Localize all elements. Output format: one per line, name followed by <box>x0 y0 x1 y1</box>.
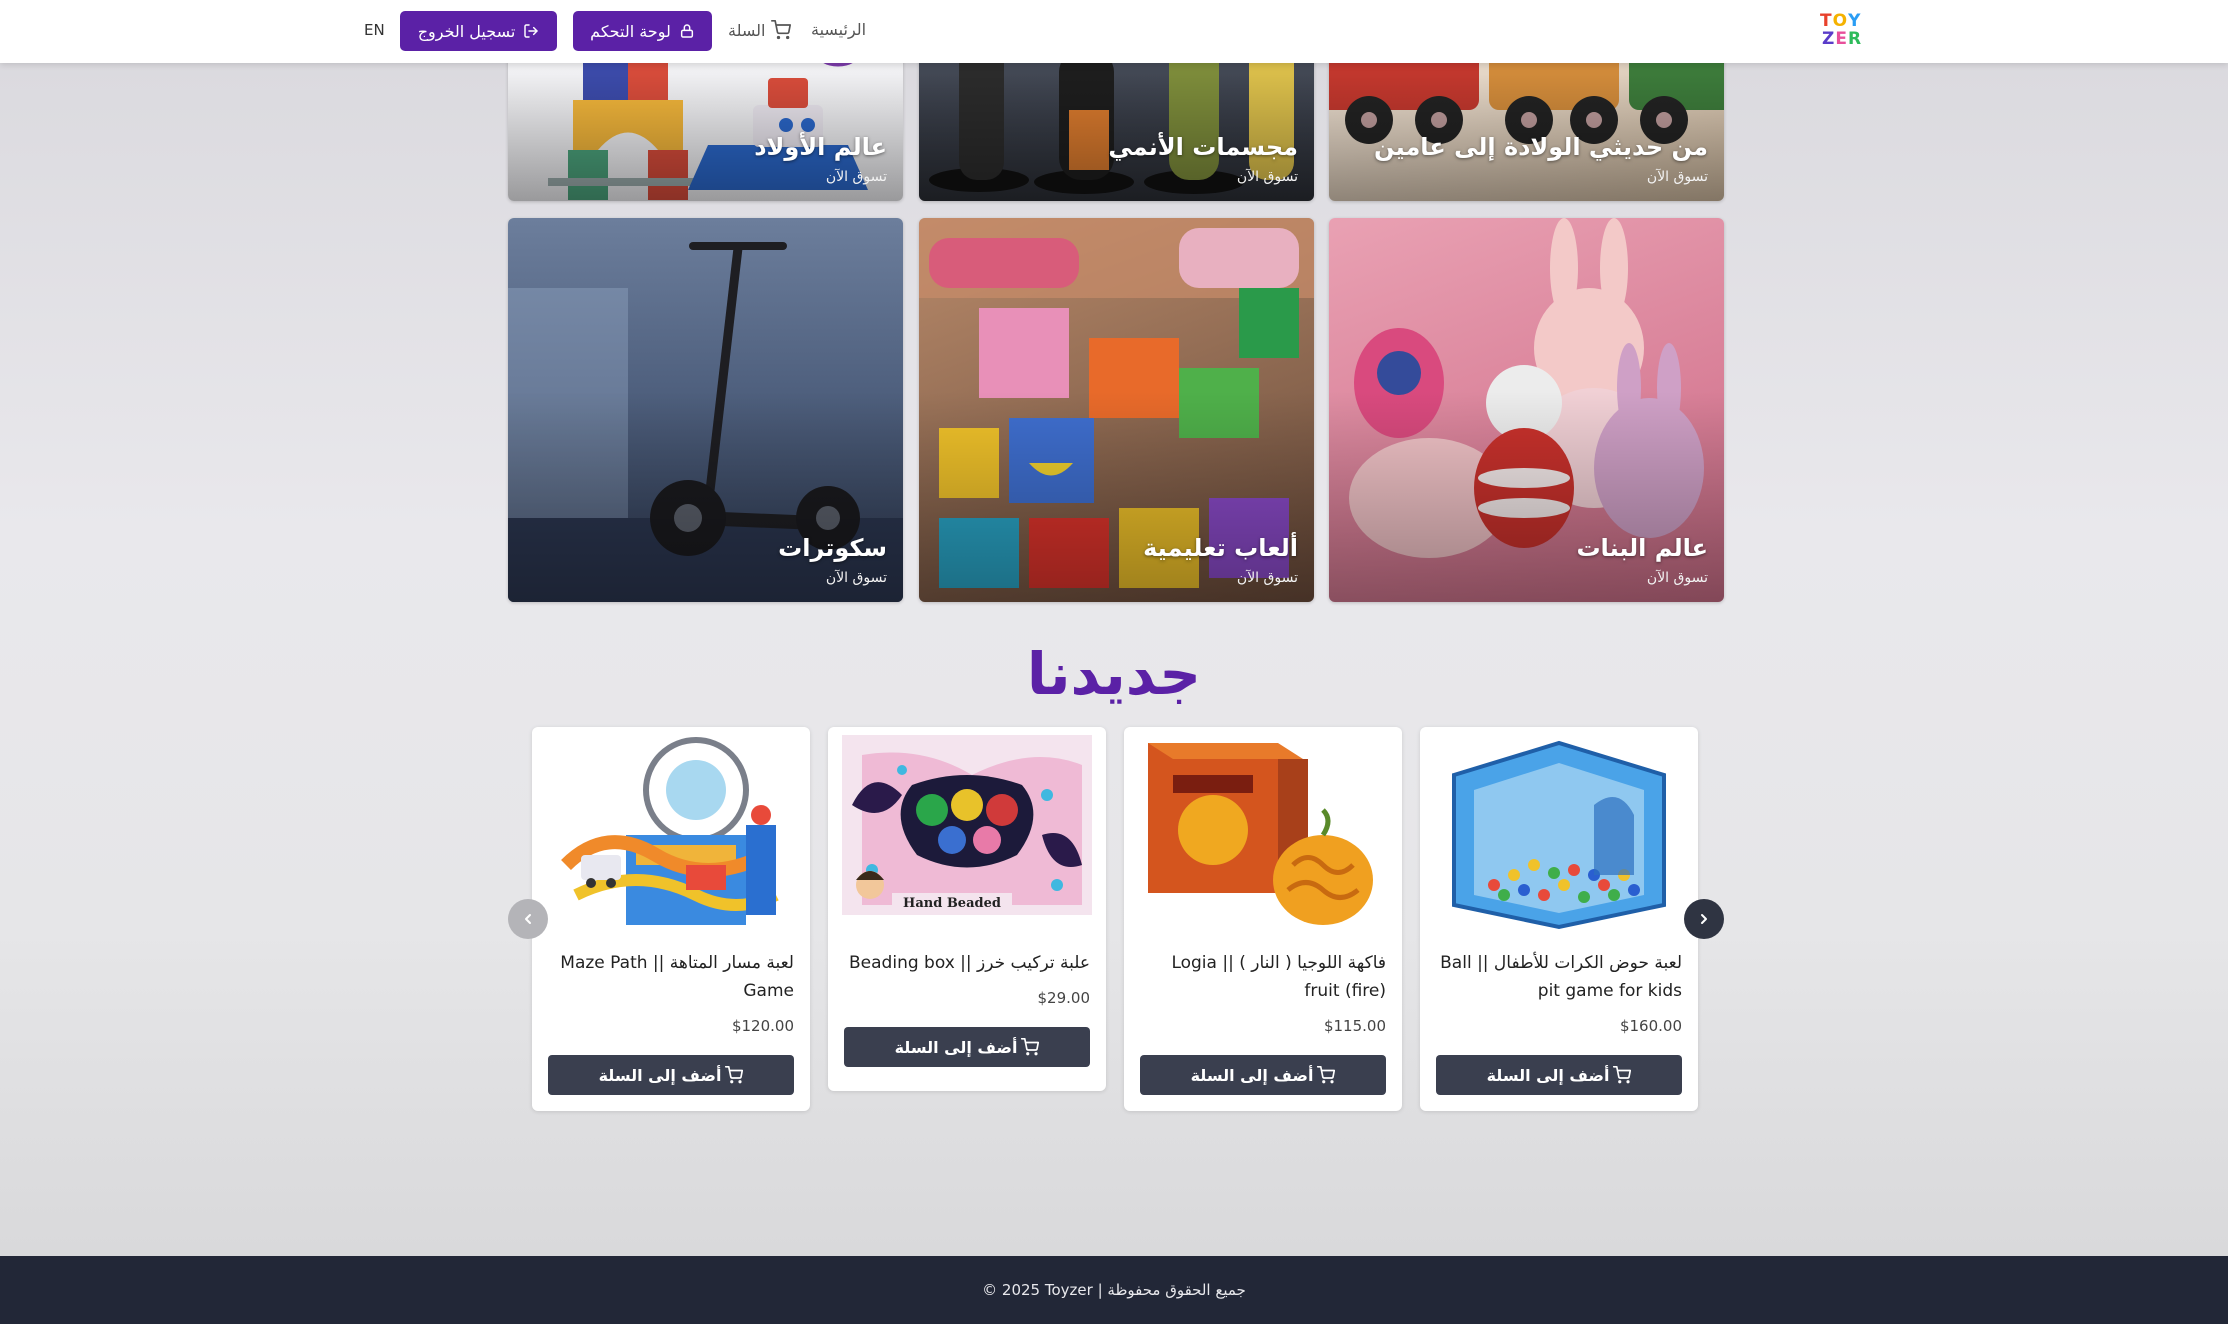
logo-letter: E <box>1835 29 1847 49</box>
product-name[interactable]: علبة تركيب خرز || Beading box <box>840 949 1090 977</box>
logo-letter: Y <box>1848 11 1861 31</box>
category-tile-scooters[interactable]: سكوترات تسوق الآن <box>508 218 903 602</box>
logout-label: تسجيل الخروج <box>417 21 516 41</box>
category-title: سكوترات <box>778 534 887 562</box>
new-arrivals-heading: جديدنا <box>1026 640 1202 708</box>
product-card: لعبة مسار المتاهة || Maze Path Game $120… <box>532 727 810 1111</box>
beading-box-image: Hand Beaded <box>842 735 1092 915</box>
nav-home-link[interactable]: الرئيسية <box>811 20 866 39</box>
product-name[interactable]: لعبة حوض الكرات للأطفال || Ball pit game… <box>1432 949 1682 1005</box>
carousel-prev-button[interactable] <box>508 899 548 939</box>
category-title: عالم البنات <box>1576 534 1708 562</box>
logout-button[interactable]: تسجيل الخروج <box>400 11 557 51</box>
logia-fruit-image <box>1148 743 1373 925</box>
shop-now-link[interactable]: تسوق الآن <box>1237 570 1298 586</box>
lock-icon <box>680 24 693 38</box>
ball-pit-image <box>1452 740 1666 930</box>
add-to-cart-label: أضف إلى السلة <box>598 1065 722 1085</box>
add-to-cart-button[interactable]: أضف إلى السلة <box>548 1055 794 1095</box>
cart-icon <box>1613 1066 1632 1084</box>
shop-now-link[interactable]: تسوق الآن <box>1237 169 1298 185</box>
logo-letter: T <box>1820 11 1832 31</box>
cart-icon <box>725 1066 744 1084</box>
cart-icon <box>771 20 792 40</box>
product-price: $115.00 <box>1323 1017 1386 1035</box>
category-tile-educational[interactable]: ألعاب تعليمية تسوق الآن <box>919 218 1314 602</box>
product-price: $160.00 <box>1619 1017 1682 1035</box>
add-to-cart-button[interactable]: أضف إلى السلة <box>1436 1055 1682 1095</box>
product-price: $29.00 <box>1037 989 1091 1007</box>
logo-letter: R <box>1847 29 1862 49</box>
product-card: لعبة حوض الكرات للأطفال || Ball pit game… <box>1420 727 1698 1111</box>
product-card: Hand Beaded علبة تركيب خرز || Beading bo… <box>828 727 1106 1091</box>
add-to-cart-label: أضف إلى السلة <box>1190 1065 1314 1085</box>
dashboard-label: لوحة التحكم <box>590 21 671 41</box>
copyright-text: © 2025 Toyzer | جميع الحقوق محفوظة <box>982 1281 1246 1299</box>
category-title: من حديثي الولادة إلى عامين <box>1374 133 1708 161</box>
dashboard-button[interactable]: لوحة التحكم <box>573 11 712 51</box>
product-card: فاكهة اللوجيا ( النار ) || Logia fruit (… <box>1124 727 1402 1111</box>
carousel-next-button[interactable] <box>1684 899 1724 939</box>
toyzer-logo[interactable]: T O Y Z E R <box>1820 12 1868 52</box>
add-to-cart-label: أضف إلى السلة <box>894 1037 1018 1057</box>
chevron-right-icon <box>1701 914 1707 924</box>
chevron-left-icon <box>525 914 531 924</box>
category-title: ألعاب تعليمية <box>1143 534 1298 562</box>
shop-now-link[interactable]: تسوق الآن <box>1647 570 1708 586</box>
add-to-cart-button[interactable]: أضف إلى السلة <box>844 1027 1090 1067</box>
hand-beaded-label: Hand Beaded <box>903 896 1001 911</box>
shop-now-link[interactable]: تسوق الآن <box>1647 169 1708 185</box>
top-navbar: T O Y Z E R الرئيسية السلة لوحة التحكم ت… <box>0 0 2228 63</box>
cart-icon <box>1021 1038 1040 1056</box>
cart-icon <box>1317 1066 1336 1084</box>
maze-path-game-image <box>561 737 779 925</box>
logout-icon <box>524 24 539 38</box>
footer: © 2025 Toyzer | جميع الحقوق محفوظة <box>0 1256 2228 1324</box>
product-name[interactable]: فاكهة اللوجيا ( النار ) || Logia fruit (… <box>1136 949 1386 1005</box>
nav-cart-label: السلة <box>728 20 766 40</box>
language-toggle[interactable]: EN <box>364 21 385 39</box>
logo-letter: Z <box>1822 29 1835 49</box>
add-to-cart-button[interactable]: أضف إلى السلة <box>1140 1055 1386 1095</box>
category-tile-girls[interactable]: عالم البنات تسوق الآن <box>1329 218 1724 602</box>
shop-now-link[interactable]: تسوق الآن <box>826 169 887 185</box>
category-title: عالم الأولاد <box>754 133 887 161</box>
logo-letter: O <box>1832 11 1848 31</box>
add-to-cart-label: أضف إلى السلة <box>1486 1065 1610 1085</box>
product-name[interactable]: لعبة مسار المتاهة || Maze Path Game <box>544 949 794 1005</box>
product-price: $120.00 <box>731 1017 794 1035</box>
category-title: مجسمات الأنمي <box>1108 133 1298 161</box>
nav-cart-link[interactable]: السلة <box>728 20 792 40</box>
shop-now-link[interactable]: تسوق الآن <box>826 570 887 586</box>
